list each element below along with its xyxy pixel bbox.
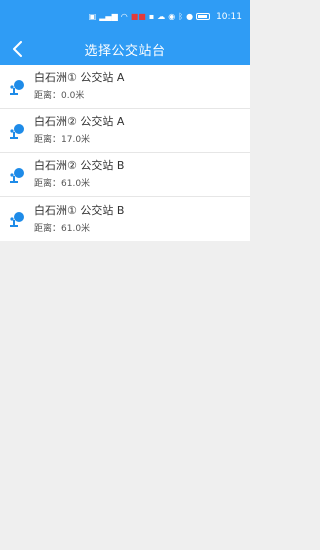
bus-stop-distance: 距离：61.0米 xyxy=(34,223,91,234)
location-icon: ● xyxy=(186,11,194,21)
status-time: 10:11 xyxy=(216,11,242,22)
nfc-icon: ▣ xyxy=(88,11,97,21)
back-button[interactable] xyxy=(6,36,30,62)
battery-icon xyxy=(196,13,211,20)
bus-stop-distance: 距离：0.0米 xyxy=(34,91,85,101)
status-icons: ▣ ▂▄▆ ◠ ■■ ▪ ☁ ◉ ᛒ ● xyxy=(88,11,211,21)
chat-icon: ▪ xyxy=(148,11,155,21)
chevron-left-icon xyxy=(13,41,22,57)
bluetooth-icon: ᛒ xyxy=(178,11,184,21)
bus-stop-icon xyxy=(0,65,34,109)
battery-fill xyxy=(198,15,207,18)
bus-stop-icon xyxy=(0,197,34,241)
app-bar: 选择公交站台 xyxy=(0,33,250,65)
bus-stop-distance: 距离：61.0米 xyxy=(34,179,91,189)
bus-stop-name: 白石洲① 公交站 B xyxy=(34,203,125,217)
bus-stop-icon xyxy=(0,153,34,197)
bus-stop-icon xyxy=(0,109,34,153)
eye-icon: ◉ xyxy=(168,11,176,21)
bus-stop-item[interactable]: 白石洲① 公交站 A 距离：0.0米 xyxy=(0,65,250,109)
bus-stop-item[interactable]: 白石洲① 公交站 B 距离：61.0米 xyxy=(0,197,250,241)
bus-stop-name: 白石洲② 公交站 A xyxy=(34,115,125,128)
bus-stop-name: 白石洲① 公交站 A xyxy=(34,71,125,84)
signal-icon: ▂▄▆ xyxy=(99,11,118,21)
bus-stop-item[interactable]: 白石洲② 公交站 B 距离：61.0米 xyxy=(0,153,250,197)
wifi-icon: ◠ xyxy=(120,11,128,21)
cloud-icon: ☁ xyxy=(157,11,166,21)
bus-stop-item[interactable]: 白石洲② 公交站 A 距离：17.0米 xyxy=(0,109,250,153)
page-title: 选择公交站台 xyxy=(84,43,166,59)
bus-stop-name: 白石洲② 公交站 B xyxy=(34,159,125,172)
bus-stop-distance: 距离：17.0米 xyxy=(34,135,91,145)
app-notification-icon: ■■ xyxy=(130,11,146,21)
bus-stop-list: 白石洲① 公交站 A 距离：0.0米 白石洲② 公交站 A 距离：17.0米 白… xyxy=(0,65,250,241)
status-bar: ▣ ▂▄▆ ◠ ■■ ▪ ☁ ◉ ᛒ ● 10:11 xyxy=(0,0,250,33)
